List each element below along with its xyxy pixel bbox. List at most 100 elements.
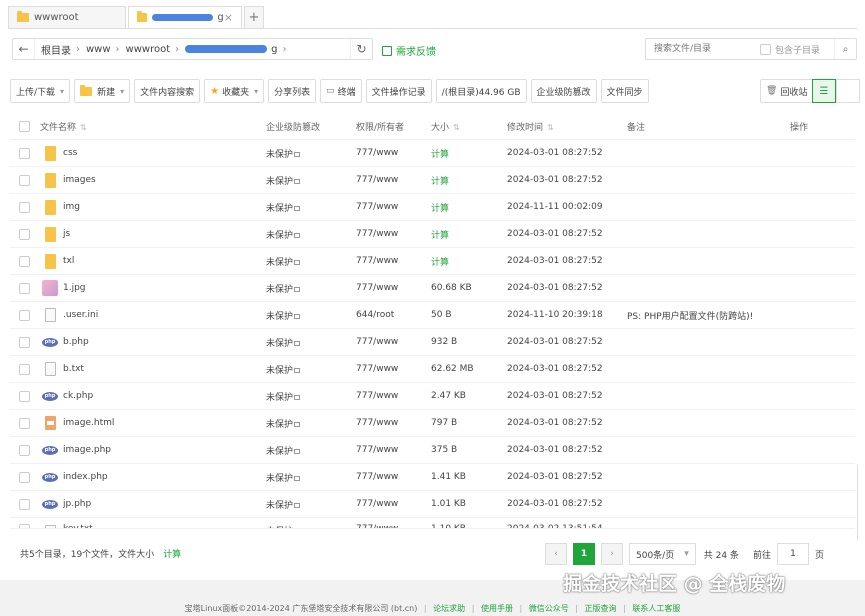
- scrollbar[interactable]: [857, 465, 865, 540]
- col-name[interactable]: 文件名称 ⇅: [40, 120, 87, 133]
- lock-icon[interactable]: [294, 151, 301, 157]
- permission[interactable]: 777/www: [356, 391, 398, 401]
- permission[interactable]: 777/www: [356, 175, 398, 185]
- lock-icon[interactable]: [294, 259, 301, 265]
- lock-icon[interactable]: [294, 205, 301, 211]
- row-checkbox[interactable]: [19, 417, 30, 429]
- file-name[interactable]: index.php: [63, 472, 108, 482]
- row-checkbox[interactable]: [19, 390, 30, 402]
- recycle-bin-button[interactable]: 🗑 回收站: [760, 79, 814, 103]
- table-row[interactable]: php index.php 未保护 777/www 1.41 KB 2024-03-01 …: [10, 464, 855, 491]
- footer-link-support[interactable]: 联系人工客服: [632, 604, 680, 613]
- refresh-icon[interactable]: ↻: [350, 39, 372, 59]
- grid-view-icon[interactable]: [836, 79, 860, 103]
- page-current[interactable]: 1: [573, 543, 595, 565]
- table-row[interactable]: txl 未保护 777/www 计算 2024-03-01 08:27:52: [10, 248, 855, 275]
- col-size[interactable]: 大小 ⇅: [431, 120, 460, 133]
- lock-icon[interactable]: [294, 502, 301, 508]
- file-name[interactable]: 1.jpg: [63, 283, 86, 293]
- table-row[interactable]: images 未保护 777/www 计算 2024-03-01 08:27:52: [10, 167, 855, 194]
- row-checkbox[interactable]: [19, 524, 30, 528]
- permission[interactable]: 644/root: [356, 310, 394, 320]
- file-name[interactable]: image.php: [63, 445, 111, 455]
- share-list-button[interactable]: 分享列表: [268, 79, 317, 103]
- file-size[interactable]: 计算: [431, 201, 449, 214]
- row-checkbox[interactable]: [19, 282, 30, 294]
- terminal-button[interactable]: ▭ 终端: [320, 79, 362, 103]
- file-size[interactable]: 计算: [431, 255, 449, 268]
- row-checkbox[interactable]: [19, 309, 30, 321]
- table-row[interactable]: js 未保护 777/www 计算 2024-03-01 08:27:52: [10, 221, 855, 248]
- row-checkbox[interactable]: [19, 471, 30, 483]
- search-input[interactable]: [646, 40, 754, 58]
- table-row[interactable]: php jp.php 未保护 777/www 1.01 KB 2024-03-01 08:…: [10, 491, 855, 518]
- row-checkbox[interactable]: [19, 255, 30, 267]
- file-name[interactable]: js: [63, 229, 70, 239]
- permission[interactable]: 777/www: [356, 499, 398, 509]
- back-arrow-icon[interactable]: ←: [13, 39, 35, 59]
- search-icon[interactable]: ⌕: [834, 39, 856, 59]
- table-row[interactable]: php image.php 未保护 777/www 375 B 2024-03-01 08…: [10, 437, 855, 464]
- file-name[interactable]: b.txt: [63, 364, 84, 374]
- lock-icon[interactable]: [294, 340, 301, 346]
- file-name[interactable]: images: [63, 175, 96, 185]
- select-all-checkbox[interactable]: [19, 120, 30, 132]
- row-checkbox[interactable]: [19, 147, 30, 159]
- table-row[interactable]: 1.jpg 未保护 777/www 60.68 KB 2024-03-01 08:27:…: [10, 275, 855, 302]
- footer-link-forum[interactable]: 论坛求助: [433, 604, 465, 613]
- breadcrumb-root[interactable]: 根目录: [41, 42, 71, 57]
- footer-link-wechat[interactable]: 微信公众号: [529, 604, 569, 613]
- file-name[interactable]: txl: [63, 256, 74, 266]
- file-name[interactable]: css: [63, 148, 77, 158]
- lock-icon[interactable]: [294, 421, 301, 427]
- tab-current[interactable]: g ×: [128, 6, 242, 28]
- row-checkbox[interactable]: [19, 174, 30, 186]
- row-checkbox[interactable]: [19, 336, 30, 348]
- favorites-button[interactable]: ★ 收藏夹 ▾: [204, 79, 265, 103]
- lock-icon[interactable]: [294, 313, 301, 319]
- ops-log-button[interactable]: 文件操作记录: [365, 79, 432, 103]
- table-row[interactable]: php b.php 未保护 777/www 932 B 2024-03-01 08:27:…: [10, 329, 855, 356]
- lock-icon[interactable]: [294, 367, 301, 373]
- permission[interactable]: 777/www: [356, 148, 398, 158]
- file-name[interactable]: key.txt: [63, 524, 93, 528]
- permission[interactable]: 777/www: [356, 472, 398, 482]
- lock-icon[interactable]: [294, 232, 301, 238]
- disk-button[interactable]: /(根目录)44.96 GB: [435, 79, 527, 103]
- permission[interactable]: 777/www: [356, 524, 398, 528]
- table-row[interactable]: b.txt 未保护 777/www 62.62 MB 2024-03-01 08:27:…: [10, 356, 855, 383]
- file-name[interactable]: ck.php: [63, 391, 93, 401]
- permission[interactable]: 777/www: [356, 418, 398, 428]
- lock-icon[interactable]: [294, 178, 301, 184]
- list-view-icon[interactable]: ☰: [812, 79, 836, 103]
- row-checkbox[interactable]: [19, 498, 30, 510]
- lock-icon[interactable]: [294, 448, 301, 454]
- content-search-button[interactable]: 文件内容搜索: [134, 79, 201, 103]
- feedback-link[interactable]: 需求反馈: [382, 43, 436, 58]
- lock-icon[interactable]: [294, 286, 301, 292]
- permission[interactable]: 777/www: [356, 202, 398, 212]
- goto-page-input[interactable]: 1: [776, 543, 809, 565]
- file-name[interactable]: image.html: [63, 418, 114, 428]
- file-note[interactable]: PS: PHP用户配置文件(防跨站)!: [627, 309, 753, 322]
- per-page-select[interactable]: 500条/页 ▾: [629, 543, 696, 565]
- table-row[interactable]: key.txt 未保护 777/www 1.10 KB 2024-03-02 13:51…: [10, 518, 855, 529]
- col-time[interactable]: 修改时间 ⇅: [507, 120, 554, 133]
- permission[interactable]: 777/www: [356, 256, 398, 266]
- breadcrumb-wwwroot[interactable]: wwwroot: [126, 44, 171, 55]
- lock-icon[interactable]: [294, 394, 301, 400]
- row-checkbox[interactable]: [19, 363, 30, 375]
- lock-icon[interactable]: [294, 475, 301, 481]
- include-subdir-checkbox[interactable]: [760, 43, 771, 55]
- file-sync-button[interactable]: 文件同步: [600, 79, 649, 103]
- table-row[interactable]: image.html 未保护 777/www 797 B 2024-03-01 08:2…: [10, 410, 855, 437]
- file-size[interactable]: 计算: [431, 174, 449, 187]
- footer-link-license[interactable]: 正版查询: [585, 604, 617, 613]
- tab-wwwroot[interactable]: wwwroot: [8, 6, 126, 28]
- footer-link-manual[interactable]: 使用手册: [481, 604, 513, 613]
- tamper-button[interactable]: 企业级防篡改: [530, 79, 597, 103]
- permission[interactable]: 777/www: [356, 283, 398, 293]
- breadcrumb-current[interactable]: g: [271, 44, 277, 55]
- table-row[interactable]: css 未保护 777/www 计算 2024-03-01 08:27:52: [10, 140, 855, 167]
- close-icon[interactable]: ×: [224, 11, 233, 24]
